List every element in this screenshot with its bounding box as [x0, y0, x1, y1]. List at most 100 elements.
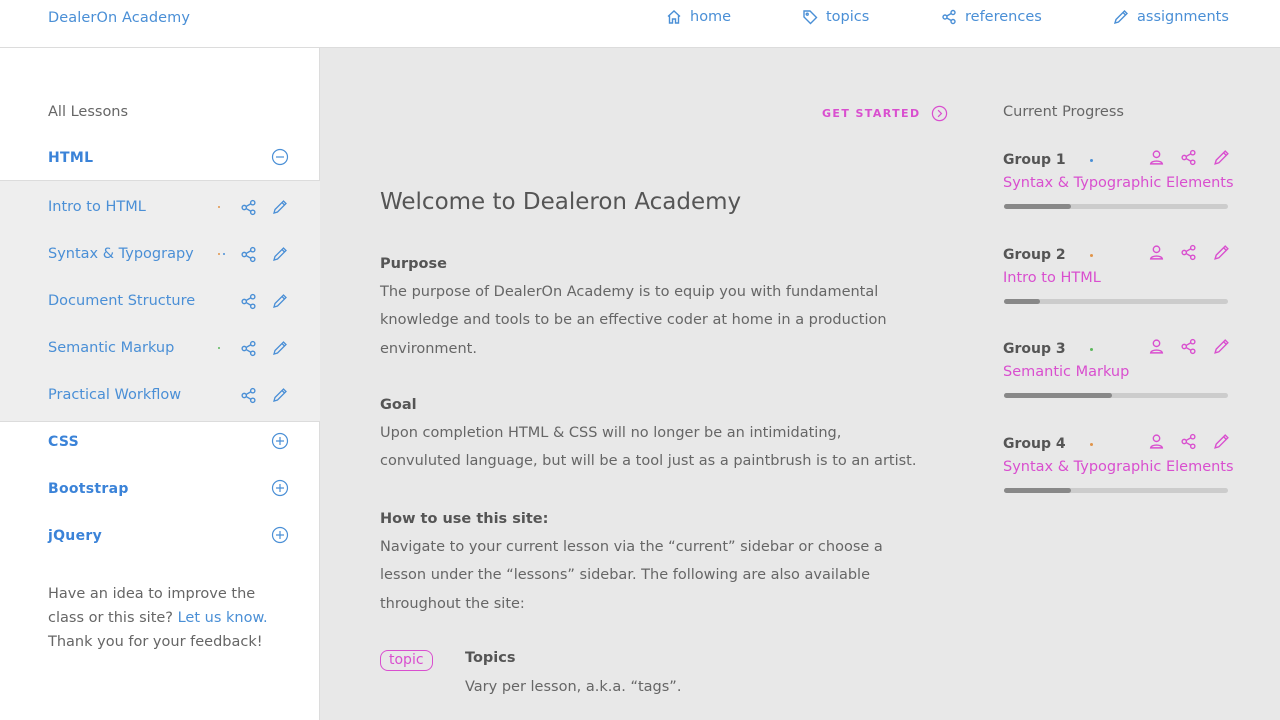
group-name: Group 4 [1003, 436, 1066, 452]
status-dot [1090, 348, 1093, 351]
status-dot [1090, 254, 1093, 257]
goal-heading: Goal [380, 397, 417, 413]
progress-bar [1004, 393, 1228, 398]
progress-group: Group 3 Semantic Markup [1003, 338, 1243, 421]
lesson-status-dots [218, 253, 225, 255]
feedback-thanks: Thank you for your feedback! [48, 634, 263, 650]
pencil-icon[interactable] [272, 387, 288, 403]
share-icon[interactable] [1180, 338, 1197, 355]
lesson-label[interactable]: Intro to HTML [48, 199, 146, 215]
nav-home[interactable]: home [666, 9, 731, 25]
top-navbar: DealerOn Academy home topics references … [0, 0, 1280, 48]
group-lesson-link[interactable]: Intro to HTML [1003, 270, 1101, 286]
pencil-icon[interactable] [272, 199, 288, 215]
progress-fill [1004, 488, 1072, 493]
progress-fill [1004, 299, 1040, 304]
section-jquery[interactable]: jQuery [0, 518, 320, 558]
share-icon[interactable] [1180, 433, 1197, 450]
brand-logo[interactable]: DealerOn Academy [48, 10, 190, 26]
progress-group: Group 2 Intro to HTML [1003, 244, 1243, 327]
nav-topics[interactable]: topics [802, 9, 869, 25]
pencil-icon[interactable] [1213, 149, 1230, 166]
section-css[interactable]: CSS [0, 424, 320, 464]
plus-circle-icon[interactable] [271, 526, 289, 544]
group-name: Group 2 [1003, 247, 1066, 263]
minus-circle-icon[interactable] [271, 148, 289, 166]
lesson-item[interactable]: Syntax & Typograpy [0, 235, 320, 275]
nav-references-label: references [965, 9, 1042, 25]
topic-tag[interactable]: topic [380, 650, 433, 671]
progress-group: Group 1 Syntax & Typographic Elements [1003, 149, 1243, 232]
progress-fill [1004, 393, 1112, 398]
group-name: Group 1 [1003, 152, 1066, 168]
status-dot [1090, 443, 1093, 446]
share-icon[interactable] [240, 293, 257, 310]
share-icon[interactable] [1180, 244, 1197, 261]
user-icon[interactable] [1148, 149, 1165, 166]
purpose-heading: Purpose [380, 256, 447, 272]
section-html[interactable]: HTML [0, 140, 320, 180]
nav-assignments[interactable]: assignments [1113, 9, 1229, 25]
group-lesson-link[interactable]: Syntax & Typographic Elements [1003, 459, 1234, 475]
user-icon[interactable] [1148, 244, 1165, 261]
section-jquery-label: jQuery [48, 528, 102, 544]
feedback-link[interactable]: Let us know. [178, 610, 268, 626]
progress-bar [1004, 488, 1228, 493]
section-bootstrap[interactable]: Bootstrap [0, 471, 320, 511]
howto-heading: How to use this site: [380, 511, 549, 527]
section-bootstrap-label: Bootstrap [48, 481, 129, 497]
howto-section: How to use this site: Navigate to your c… [380, 505, 920, 618]
lesson-item[interactable]: Intro to HTML [0, 188, 320, 228]
lesson-label[interactable]: Practical Workflow [48, 387, 181, 403]
nav-topics-label: topics [826, 9, 870, 25]
progress-title: Current Progress [1003, 104, 1124, 120]
home-icon [667, 10, 681, 24]
purpose-text: The purpose of DealerOn Academy is to eq… [380, 284, 887, 357]
goal-text: Upon completion HTML & CSS will no longe… [380, 425, 917, 470]
lesson-item[interactable]: Document Structure [0, 282, 320, 322]
pencil-icon[interactable] [272, 246, 288, 262]
share-icon[interactable] [240, 387, 257, 404]
purpose-section: Purpose The purpose of DealerOn Academy … [380, 250, 920, 363]
share-icon[interactable] [1180, 149, 1197, 166]
nav-home-label: home [690, 9, 732, 25]
group-lesson-link[interactable]: Semantic Markup [1003, 364, 1129, 380]
sidebar-title: All Lessons [48, 104, 129, 120]
section-css-label: CSS [48, 434, 79, 450]
pencil-icon[interactable] [1213, 244, 1230, 261]
topics-text: Vary per lesson, a.k.a. “tags”. [465, 679, 682, 695]
plus-circle-icon[interactable] [271, 432, 289, 450]
lesson-item[interactable]: Semantic Markup [0, 329, 320, 369]
goal-section: Goal Upon completion HTML & CSS will no … [380, 391, 920, 476]
group-name: Group 3 [1003, 341, 1066, 357]
lesson-label[interactable]: Semantic Markup [48, 340, 174, 356]
lesson-label[interactable]: Syntax & Typograpy [48, 246, 194, 262]
lessons-sidebar: All Lessons HTML Intro to HTML Syntax & … [0, 48, 320, 720]
nav-references[interactable]: references [941, 9, 1042, 25]
share-icon[interactable] [240, 199, 257, 216]
lesson-item[interactable]: Practical Workflow [0, 376, 320, 416]
progress-fill [1004, 204, 1072, 209]
user-icon[interactable] [1148, 338, 1165, 355]
share-icon[interactable] [240, 340, 257, 357]
progress-bar [1004, 299, 1228, 304]
pencil-icon[interactable] [272, 340, 288, 356]
pencil-icon[interactable] [1213, 433, 1230, 450]
topics-heading: Topics [465, 650, 516, 666]
chevron-right-circle-icon [931, 105, 947, 122]
topic-legend: topic Topics Vary per lesson, a.k.a. “ta… [380, 650, 940, 710]
plus-circle-icon[interactable] [271, 479, 289, 497]
pencil-icon[interactable] [272, 293, 288, 309]
share-icon [942, 9, 956, 25]
get-started-button[interactable]: GET STARTED [822, 105, 948, 122]
pencil-icon[interactable] [1213, 338, 1230, 355]
pencil-icon [1113, 10, 1128, 25]
progress-bar [1004, 204, 1228, 209]
user-icon[interactable] [1148, 433, 1165, 450]
section-html-label: HTML [48, 150, 94, 166]
group-lesson-link[interactable]: Syntax & Typographic Elements [1003, 175, 1234, 191]
status-dot [1090, 159, 1093, 162]
share-icon[interactable] [240, 246, 257, 263]
nav-assignments-label: assignments [1137, 9, 1229, 25]
lesson-label[interactable]: Document Structure [48, 293, 195, 309]
